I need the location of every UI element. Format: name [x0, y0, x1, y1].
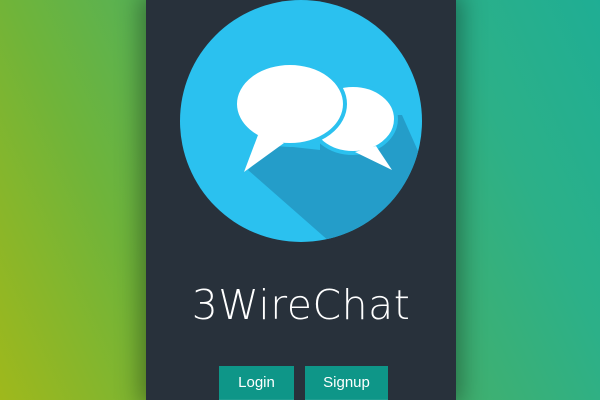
login-button[interactable]: Login — [219, 366, 294, 400]
signup-button[interactable]: Signup — [305, 366, 388, 400]
app-panel: 3WireChat Login Signup — [146, 0, 456, 400]
app-title: 3WireChat — [191, 281, 411, 329]
chat-bubbles-icon — [180, 0, 422, 242]
app-logo — [180, 0, 422, 242]
